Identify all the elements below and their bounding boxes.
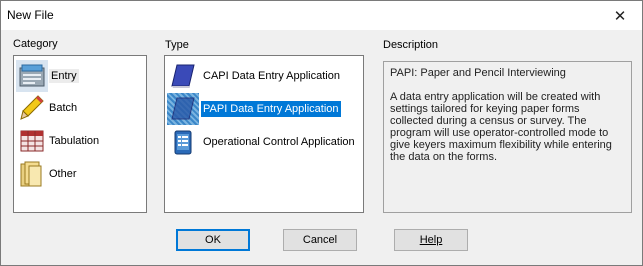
table-icon: [16, 125, 48, 157]
category-item-label: Tabulation: [49, 135, 100, 147]
description-label: Description: [383, 39, 439, 51]
category-item-other[interactable]: Other: [16, 158, 77, 190]
description-heading: PAPI: Paper and Pencil Interviewing: [390, 67, 566, 79]
category-item-tabulation[interactable]: Tabulation: [16, 125, 99, 157]
type-item-papi[interactable]: PAPI Data Entry Application: [167, 93, 342, 125]
title-bar: New File ✕: [1, 1, 642, 30]
category-list[interactable]: Entry Batch Tabulation Other: [13, 55, 147, 213]
ok-button-label: OK: [205, 234, 221, 246]
new-file-dialog: New File ✕ Category Entry Batch Tabulati…: [0, 0, 643, 266]
help-button[interactable]: Help: [394, 229, 468, 251]
type-item-label: CAPI Data Entry Application: [203, 70, 340, 82]
pencil-icon: [16, 92, 48, 124]
description-box: PAPI: Paper and Pencil Interviewing A da…: [383, 61, 632, 213]
category-item-batch[interactable]: Batch: [16, 92, 78, 124]
type-label: Type: [165, 39, 189, 51]
cancel-button[interactable]: Cancel: [283, 229, 357, 251]
category-item-label: Batch: [49, 102, 78, 114]
window-title: New File: [7, 8, 54, 22]
book-icon: [167, 60, 199, 92]
category-item-entry[interactable]: Entry: [16, 60, 79, 92]
description-body: A data entry application will be created…: [390, 91, 612, 163]
category-label: Category: [13, 38, 58, 50]
type-item-operational-control[interactable]: Operational Control Application: [167, 126, 355, 158]
tablet-icon: [167, 126, 199, 158]
cancel-button-label: Cancel: [302, 234, 338, 246]
type-item-label: PAPI Data Entry Application: [201, 101, 341, 117]
ok-button[interactable]: OK: [176, 229, 250, 251]
type-item-label: Operational Control Application: [203, 136, 355, 148]
help-button-label: Help: [419, 234, 443, 246]
entry-form-icon: [16, 60, 48, 92]
folder-icon: [16, 158, 48, 190]
category-item-label: Entry: [49, 69, 79, 83]
type-list[interactable]: CAPI Data Entry Application PAPI Data En…: [164, 55, 364, 213]
book-icon: [167, 93, 199, 125]
category-item-label: Other: [49, 168, 77, 180]
close-button[interactable]: ✕: [598, 1, 642, 30]
type-item-capi[interactable]: CAPI Data Entry Application: [167, 60, 342, 92]
